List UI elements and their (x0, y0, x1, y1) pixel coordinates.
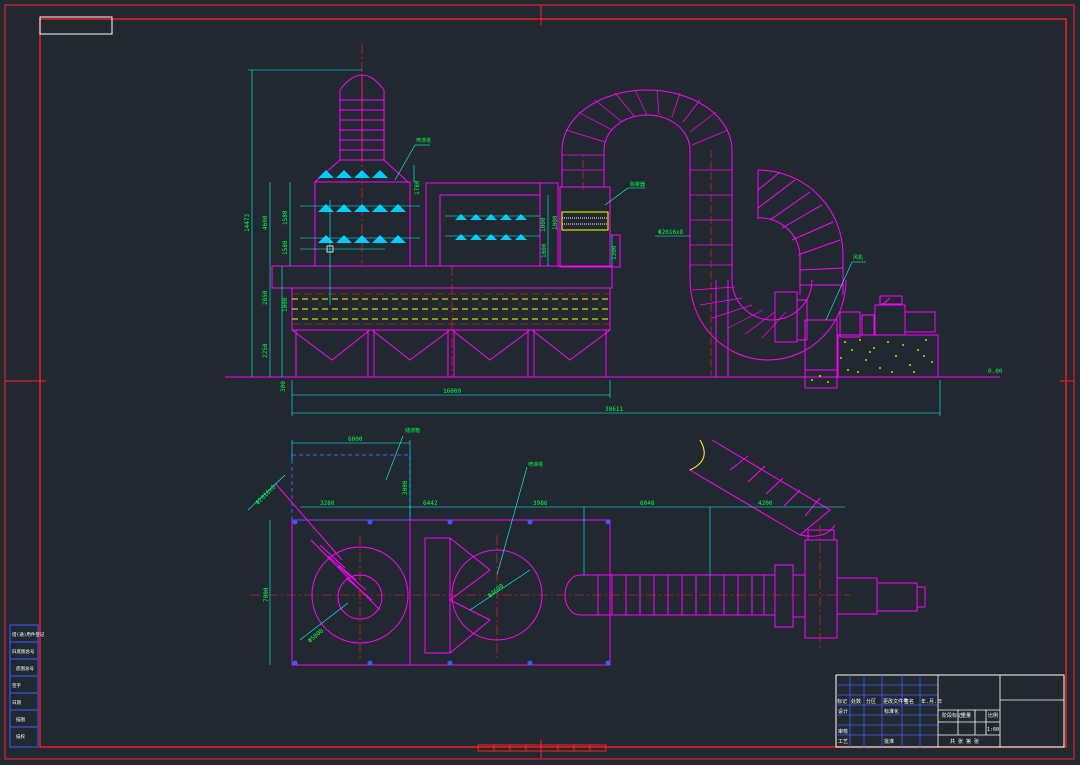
tb-sheet: 共 张 第 张 (950, 738, 979, 745)
tb-stage: 阶段标记 (942, 712, 962, 719)
demister-packing (561, 211, 609, 231)
side-table-cell: 借(通)用件登记 (12, 631, 45, 638)
plan-dim-h-small: 3000 (402, 480, 409, 495)
dim-h-inner6: 1000 (552, 215, 559, 230)
plan-dim-d2: 6442 (423, 500, 438, 507)
dim-h-lower: 2250 (262, 343, 269, 358)
dim-len-total: 38611 (605, 406, 623, 413)
plan-centerlines (250, 525, 850, 660)
side-table-cell: 描校 (16, 733, 25, 740)
tb-label-count: 处数 (851, 698, 861, 705)
tb-label-sign: 签名 (904, 698, 914, 705)
arched-duct-ribs (562, 89, 787, 339)
plan-dim-w-top: 6000 (348, 436, 363, 443)
dim-h-mid: 2850 (262, 290, 269, 305)
tb-label-mark: 标记 (837, 698, 847, 705)
plan-dim-d3: 3986 (533, 500, 548, 507)
tb-scale-label: 比例 (988, 712, 998, 719)
tb-approve: 批准 (884, 738, 894, 745)
plan-dim-diam-tank1: Φ5000 (307, 627, 326, 644)
tb-designer: 设计 (838, 708, 848, 715)
dim-h-base: 300 (280, 381, 287, 392)
plan-view: 6000 3280 6442 3986 6048 4200 7000 3000 … (247, 427, 926, 666)
callout-filter: 除雾器 (630, 181, 645, 188)
dim-h-inner7: 1000 (541, 243, 548, 258)
exhaust-stack (313, 74, 410, 183)
tb-review: 审核 (838, 728, 848, 735)
dim-h-inner3: 1580 (282, 240, 289, 255)
plan-bolt-holes (292, 519, 611, 666)
tb-process: 工艺 (838, 739, 848, 745)
plan-dimension-lines (247, 435, 845, 665)
plan-dim-d4: 6048 (640, 500, 655, 507)
plan-fan (774, 529, 926, 639)
tb-scale: 1:60 (987, 727, 999, 733)
tb-label-date: 年.月.日 (921, 698, 942, 705)
scrubber-tower-2 (425, 182, 559, 267)
plan-dim-w-left: 7000 (263, 587, 270, 602)
plan-dim-d1: 3280 (320, 500, 335, 507)
side-table-cell: 底图总号 (16, 665, 34, 672)
fan-pit (804, 369, 838, 389)
packed-bed-tank (291, 287, 611, 331)
scrubber-tower-1 (271, 181, 613, 289)
tb-standard: 标准化 (884, 708, 899, 715)
cad-drawing: 借(通)用件登记 旧底图总号 底图总号 签字 日期 描图 描校 14473 46… (4, 4, 1075, 760)
plan-dim-diam-inlet: Φ2016x8 (254, 483, 277, 506)
side-table-cell: 日期 (12, 700, 21, 706)
plan-callout-tower: 喷淋塔 (528, 461, 543, 468)
side-table-cell: 旧底图总号 (12, 648, 35, 655)
plan-angled-duct (688, 439, 836, 537)
side-table-cell: 描图 (16, 716, 25, 723)
dim-h-upper: 4600 (262, 215, 269, 230)
fan-inlet-duct (757, 169, 844, 295)
foundation-speckle (811, 339, 933, 383)
side-table-cell: 签字 (12, 682, 21, 689)
dim-h-inner8: 1300 (611, 245, 618, 260)
plan-hidden-box (291, 454, 411, 521)
dim-duct-diam: Φ2016x8 (658, 229, 684, 236)
dim-total-height: 14473 (244, 214, 251, 232)
callout-stack: 喷淋塔 (416, 137, 431, 144)
dim-h-inner5: 1000 (540, 217, 547, 232)
drawing-frame (4, 4, 1075, 760)
plan-dim-d5: 4200 (758, 500, 773, 507)
fan-assembly (774, 291, 936, 371)
dim-h-inner4: 1000 (282, 297, 289, 312)
hopper-supports (291, 329, 611, 377)
dim-h-inner1: 1780 (414, 180, 421, 195)
plan-dim-diam-tank2: Φ4600 (487, 582, 506, 599)
tb-weight: 重量 (961, 712, 971, 719)
callout-fan: 风机 (853, 254, 863, 261)
title-block: 标记 处数 分区 更改文件号 签名 年.月.日 设计 标准化 审核 工艺 批准 … (835, 674, 1065, 748)
dim-h-inner2: 1580 (282, 210, 289, 225)
plan-callout-tank: 储液箱 (405, 427, 420, 434)
elevation-view: 14473 4600 2850 2250 300 1780 1580 1580 … (225, 44, 1003, 416)
dim-len-tower: 16000 (443, 388, 461, 395)
tb-label-zone: 分区 (866, 698, 876, 705)
dim-ground-level: 0.00 (988, 368, 1003, 375)
plan-tank-outline (291, 519, 611, 666)
